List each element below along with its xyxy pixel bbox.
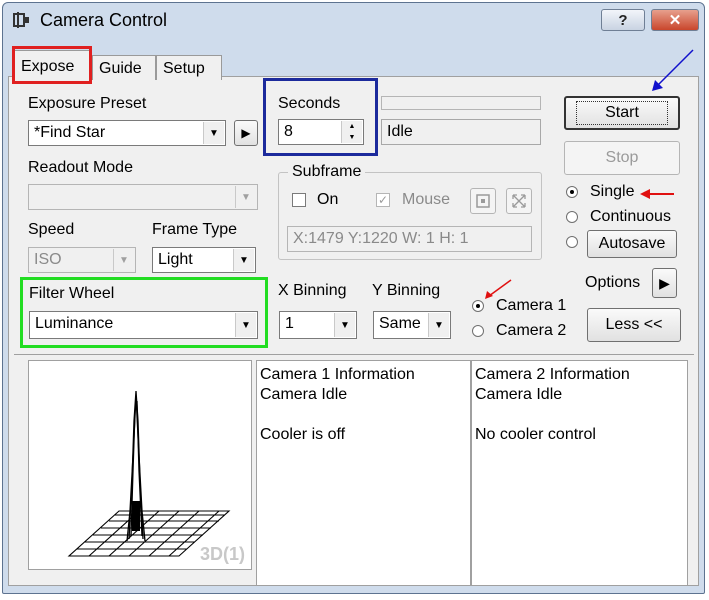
options-label: Options	[585, 274, 641, 291]
preset-next-button[interactable]: ▶	[234, 120, 258, 146]
start-button-label: Start	[576, 101, 668, 125]
subframe-on-label: On	[317, 191, 339, 208]
close-button[interactable]: ✕	[651, 9, 699, 31]
stop-button-label: Stop	[605, 149, 639, 166]
subframe-title: Subframe	[288, 163, 366, 181]
camera1-radio[interactable]	[472, 300, 484, 312]
camera2-radio[interactable]	[472, 325, 484, 337]
exposure-preset-dropdown[interactable]: *Find Star ▼	[28, 120, 226, 146]
play-arrow-icon: ▶	[241, 126, 251, 140]
blue-arrow-icon	[652, 49, 694, 91]
progress-bar	[381, 96, 541, 110]
camera2-status: Camera Idle	[475, 386, 563, 403]
camera1-cooler: Cooler is off	[260, 426, 346, 443]
frame-type-value: Light	[158, 251, 193, 268]
y-binning-label: Y Binning	[372, 282, 441, 299]
continuous-radio[interactable]	[566, 211, 578, 223]
autosave-label: Autosave	[598, 235, 666, 252]
chevron-down-icon: ▼	[235, 313, 256, 337]
seconds-label: Seconds	[278, 95, 341, 112]
autosave-button[interactable]: Autosave	[587, 230, 677, 258]
subframe-full-button[interactable]	[506, 188, 532, 214]
x-binning-value: 1	[285, 315, 294, 332]
select-region-icon	[476, 194, 490, 208]
help-button[interactable]: ?	[601, 9, 645, 31]
status-value: Idle	[387, 123, 413, 140]
y-binning-value: Same	[379, 315, 421, 332]
tab-guide-label: Guide	[99, 60, 142, 77]
subframe-mouse-label: Mouse	[402, 191, 451, 208]
frame-type-dropdown[interactable]: Light ▼	[152, 247, 256, 273]
seconds-spinner[interactable]: 8 ▲ ▼	[278, 119, 364, 145]
x-binning-label: X Binning	[278, 282, 347, 299]
frame-type-label: Frame Type	[152, 221, 238, 238]
expose-tab-highlight	[12, 46, 92, 84]
chevron-down-icon: ▼	[235, 186, 256, 208]
y-binning-dropdown[interactable]: Same ▼	[373, 311, 451, 339]
camera2-info-panel: Camera 2 Information Camera Idle No cool…	[471, 360, 688, 586]
camera2-label: Camera 2	[496, 322, 567, 339]
camera2-info-title: Camera 2 Information	[475, 366, 630, 383]
subframe-coords: X:1479 Y:1220 W: 1 H: 1	[293, 230, 469, 247]
single-label: Single	[590, 183, 635, 200]
stop-button[interactable]: Stop	[564, 141, 680, 175]
readout-mode-dropdown[interactable]: ▼	[28, 184, 258, 210]
options-button[interactable]: ▶	[652, 268, 677, 298]
camera1-info-title: Camera 1 Information	[260, 366, 415, 383]
star-profile-preview[interactable]: 3D(1)	[28, 360, 252, 570]
less-button-label: Less <<	[605, 316, 663, 333]
chevron-down-icon: ▼	[428, 313, 449, 337]
exposure-preset-label: Exposure Preset	[28, 95, 147, 112]
filter-wheel-dropdown[interactable]: Luminance ▼	[29, 311, 258, 339]
subframe-on-checkbox[interactable]	[292, 193, 306, 207]
speed-dropdown[interactable]: ISO ▼	[28, 247, 136, 273]
start-button[interactable]: Start	[564, 96, 680, 130]
expand-icon	[512, 194, 526, 208]
continuous-label: Continuous	[590, 208, 671, 225]
tab-setup[interactable]: Setup	[156, 55, 222, 80]
filter-wheel-label: Filter Wheel	[29, 285, 115, 302]
speed-value: ISO	[34, 251, 62, 268]
x-binning-dropdown[interactable]: 1 ▼	[279, 311, 357, 339]
less-button[interactable]: Less <<	[587, 308, 681, 342]
camera1-status: Camera Idle	[260, 386, 348, 403]
camera1-info-panel: Camera 1 Information Camera Idle Cooler …	[256, 360, 471, 586]
single-radio[interactable]	[566, 186, 578, 198]
subframe-select-button[interactable]	[470, 188, 496, 214]
subframe-coords-field: X:1479 Y:1220 W: 1 H: 1	[287, 226, 532, 252]
camera2-cooler: No cooler control	[475, 426, 596, 443]
window-title: Camera Control	[40, 10, 168, 30]
play-arrow-icon: ▶	[659, 274, 670, 291]
divider	[14, 354, 694, 355]
tab-setup-label: Setup	[163, 60, 205, 77]
subframe-mouse-checkbox[interactable]: ✓	[376, 193, 390, 207]
chevron-down-icon: ▼	[203, 122, 224, 144]
star-3d-profile-graphic	[67, 390, 231, 557]
chevron-down-icon: ▼	[233, 249, 254, 271]
chevron-down-icon: ▼	[113, 249, 134, 271]
camera-app-icon	[13, 12, 29, 28]
tab-guide[interactable]: Guide	[92, 55, 156, 80]
preview-label: 3D(1)	[199, 544, 245, 564]
speed-label: Speed	[28, 221, 75, 238]
camera1-label: Camera 1	[496, 297, 567, 314]
seconds-value: 8	[284, 123, 293, 140]
filter-wheel-value: Luminance	[35, 315, 114, 332]
exposure-preset-value: *Find Star	[34, 124, 106, 141]
autosave-radio[interactable]	[566, 236, 578, 248]
red-arrow-icon	[640, 189, 674, 199]
status-field: Idle	[381, 119, 541, 145]
readout-mode-label: Readout Mode	[28, 159, 133, 176]
chevron-down-icon: ▼	[334, 313, 355, 337]
spin-down-icon[interactable]: ▼	[341, 132, 362, 143]
